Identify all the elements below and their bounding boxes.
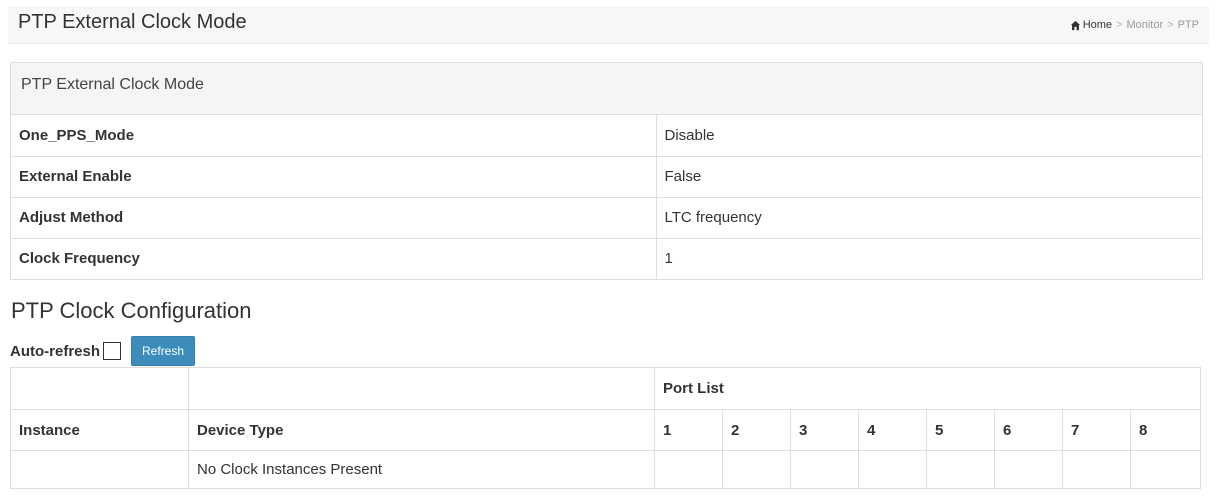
port-header: 6 bbox=[994, 409, 1063, 451]
empty-header-cell bbox=[10, 367, 189, 410]
clock-config-title: PTP Clock Configuration bbox=[11, 298, 252, 323]
table-header-row: Instance Device Type 1 2 3 4 5 6 7 8 bbox=[10, 409, 1201, 451]
external-clock-panel: PTP External Clock Mode One_PPS_Mode Dis… bbox=[10, 62, 1203, 280]
empty-cell bbox=[654, 450, 723, 489]
breadcrumb-monitor-link[interactable]: Monitor bbox=[1126, 19, 1163, 31]
empty-cell bbox=[994, 450, 1063, 489]
row-label: External Enable bbox=[11, 155, 657, 197]
empty-cell bbox=[790, 450, 859, 489]
breadcrumb-separator: > bbox=[1116, 19, 1123, 31]
port-header: 2 bbox=[722, 409, 791, 451]
refresh-button[interactable]: Refresh bbox=[131, 336, 196, 366]
port-header: 4 bbox=[858, 409, 927, 451]
page-title: PTP External Clock Mode bbox=[18, 11, 247, 33]
port-header: 7 bbox=[1062, 409, 1131, 451]
table-row: Clock Frequency 1 bbox=[11, 237, 1202, 279]
port-header: 1 bbox=[654, 409, 723, 451]
row-value: 1 bbox=[656, 237, 1202, 279]
breadcrumb: Home > Monitor > PTP bbox=[1070, 19, 1199, 31]
auto-refresh-checkbox[interactable] bbox=[103, 342, 122, 360]
clock-config-table: Port List Instance Device Type 1 2 3 4 5… bbox=[10, 367, 1201, 489]
empty-cell bbox=[10, 450, 189, 489]
port-header: 8 bbox=[1130, 409, 1201, 451]
empty-cell bbox=[926, 450, 995, 489]
row-label: One_PPS_Mode bbox=[11, 115, 657, 156]
row-value: Disable bbox=[664, 126, 715, 144]
breadcrumb-current: PTP bbox=[1177, 19, 1199, 31]
empty-cell bbox=[1130, 450, 1201, 489]
breadcrumb-home-link[interactable]: Home bbox=[1083, 19, 1112, 31]
table-header-row: Port List bbox=[10, 367, 1201, 410]
empty-cell bbox=[858, 450, 927, 489]
page-header: PTP External Clock Mode Home > Monitor >… bbox=[8, 6, 1209, 44]
table-row: One_PPS_Mode Disable bbox=[11, 115, 1202, 156]
auto-refresh-label: Auto-refresh bbox=[10, 342, 101, 360]
empty-cell bbox=[722, 450, 791, 489]
empty-cell bbox=[1062, 450, 1131, 489]
breadcrumb-separator: > bbox=[1167, 19, 1174, 31]
table-row: External Enable False bbox=[11, 155, 1202, 197]
table-row: No Clock Instances Present bbox=[10, 450, 1201, 489]
refresh-controls: Auto-refresh Refresh bbox=[10, 336, 196, 366]
empty-message: No Clock Instances Present bbox=[188, 450, 655, 489]
table-row: Adjust Method LTC frequency bbox=[11, 196, 1202, 238]
row-value: LTC frequency bbox=[656, 196, 1202, 238]
port-header: 3 bbox=[790, 409, 859, 451]
instance-header: Instance bbox=[10, 409, 189, 451]
port-list-header: Port List bbox=[654, 367, 1201, 410]
row-label: Clock Frequency bbox=[11, 237, 657, 279]
port-header: 5 bbox=[926, 409, 995, 451]
panel-heading: PTP External Clock Mode bbox=[11, 63, 1202, 115]
device-type-header: Device Type bbox=[188, 409, 655, 451]
empty-header-cell bbox=[188, 367, 655, 410]
external-clock-table: One_PPS_Mode Disable External Enable Fal… bbox=[11, 115, 1202, 279]
home-icon bbox=[1070, 20, 1080, 30]
row-label: Adjust Method bbox=[11, 196, 657, 238]
row-value: False bbox=[656, 155, 1202, 197]
